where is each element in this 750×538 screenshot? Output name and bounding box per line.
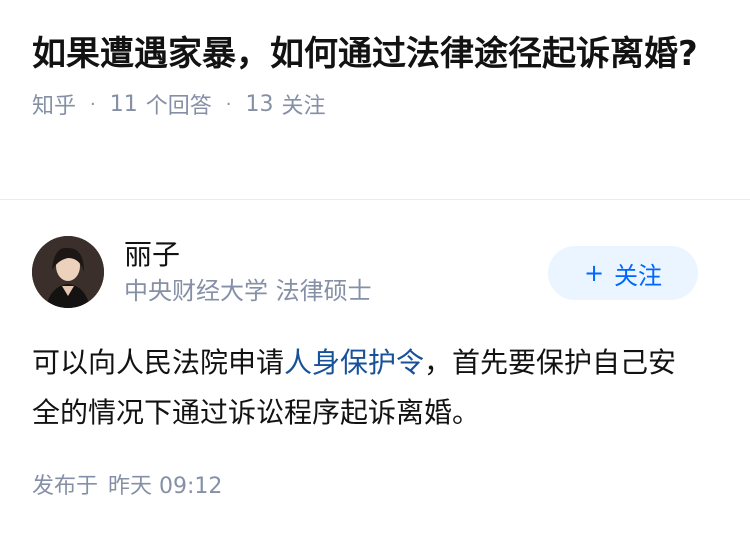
follow-label: 关注 — [614, 261, 663, 290]
avatar[interactable] — [32, 236, 104, 308]
author-info: 丽子 中央财经大学 法律硕士 — [124, 237, 372, 307]
follow-button[interactable]: + 关注 — [548, 246, 698, 300]
answer-card: 丽子 中央财经大学 法律硕士 + 关注 可以向人民法院申请人身保护令，首先要保护… — [0, 200, 750, 500]
separator-dot: · — [90, 93, 96, 115]
question-header: 如果遭遇家暴，如何通过法律途径起诉离婚? 知乎 · 11 个回答 · 13 关注 — [0, 0, 750, 170]
plus-icon: + — [583, 259, 605, 287]
author-name[interactable]: 丽子 — [124, 237, 372, 273]
author-row: 丽子 中央财经大学 法律硕士 + 关注 — [32, 236, 718, 308]
question-meta: 知乎 · 11 个回答 · 13 关注 — [32, 88, 718, 120]
answer-footer: 发布于 昨天 09:12 — [32, 468, 718, 500]
answers-label[interactable]: 个回答 — [146, 88, 212, 120]
published-label: 发布于 — [32, 474, 99, 499]
followers-label[interactable]: 关注 — [282, 88, 326, 120]
answer-content: 可以向人民法院申请人身保护令，首先要保护自己安全的情况下通过诉讼程序起诉离婚。 — [32, 338, 718, 438]
author-bio: 中央财经大学 法律硕士 — [124, 277, 372, 305]
question-title[interactable]: 如果遭遇家暴，如何通过法律途径起诉离婚? — [32, 30, 718, 78]
source-label[interactable]: 知乎 — [32, 88, 76, 120]
content-text: 可以向人民法院申请 — [32, 346, 285, 379]
protection-order-link[interactable]: 人身保护令 — [284, 346, 424, 379]
published-time: 昨天 09:12 — [108, 474, 223, 499]
separator-dot: · — [225, 93, 232, 115]
answers-count: 11 — [109, 91, 138, 117]
avatar-portrait-icon — [32, 236, 104, 308]
followers-count: 13 — [245, 91, 274, 117]
